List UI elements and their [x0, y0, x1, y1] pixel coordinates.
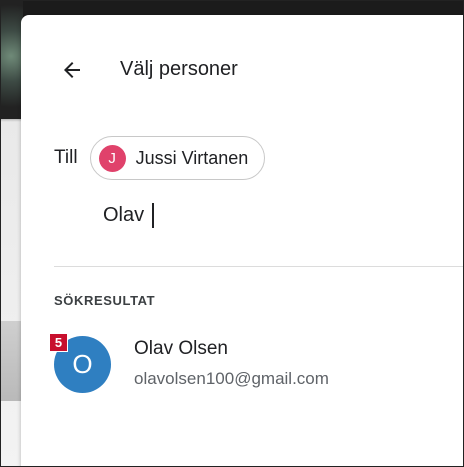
- back-button[interactable]: [57, 55, 87, 85]
- search-results-label: SÖKRESULTAT: [54, 293, 156, 308]
- step-number-badge: 5: [49, 333, 68, 352]
- search-result-item[interactable]: 5 O Olav Olsen olavolsen100@gmail.com: [49, 333, 463, 399]
- dialog-title: Välj personer: [120, 58, 238, 80]
- recipient-chip[interactable]: J Jussi Virtanen: [89, 136, 266, 180]
- dialog-header: Välj personer: [21, 15, 463, 125]
- text-cursor: [152, 203, 154, 228]
- to-label: Till: [54, 147, 78, 168]
- arrow-left-icon: [64, 62, 80, 78]
- divider: [54, 266, 463, 267]
- result-email: olavolsen100@gmail.com: [134, 369, 329, 388]
- background-panel: [1, 321, 23, 401]
- background-photo: [1, 1, 23, 119]
- screenshot-frame: Välj personer Till J Jussi Virtanen SÖKR…: [0, 0, 464, 467]
- search-input[interactable]: [103, 198, 403, 232]
- result-name: Olav Olsen: [134, 338, 228, 359]
- recipients-row: Till J Jussi Virtanen: [54, 135, 266, 181]
- background-page: [1, 1, 23, 466]
- recipient-name: Jussi Virtanen: [135, 147, 249, 168]
- avatar: J: [98, 144, 126, 172]
- choose-people-dialog: Välj personer Till J Jussi Virtanen SÖKR…: [21, 15, 463, 466]
